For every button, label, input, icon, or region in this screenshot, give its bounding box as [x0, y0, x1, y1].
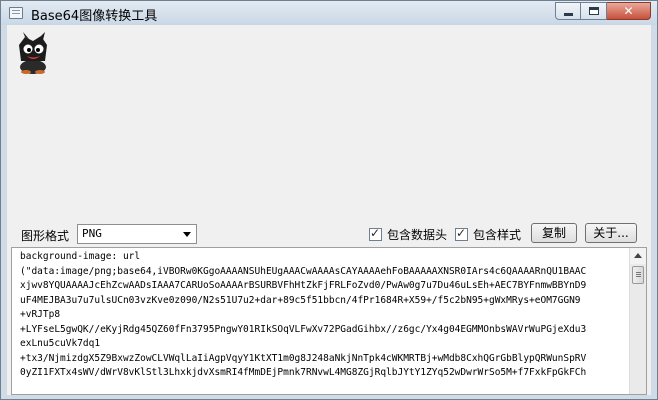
window-title: Base64图像转换工具 [31, 9, 158, 24]
include-header-label: 包含数据头 [387, 228, 448, 242]
title-bar[interactable]: Base64图像转换工具 ✕ [1, 1, 657, 25]
output-line: 0yZI1FXTx4sWV/dWrV8vKlStl3LhxkjdvXsmRI4f… [20, 367, 587, 378]
output-line: xjwv8YQUAAAAJcEhZcwAADsIAAA7CARUoSoAAAAr… [20, 280, 587, 291]
about-button[interactable]: 关于... [585, 223, 637, 243]
checkmark-icon: ✓ [456, 226, 467, 240]
output-line: uF4MEJBA3u7u7ulsUCn03vzKve0z090/N2s51U7u… [20, 294, 581, 306]
app-window: Base64图像转换工具 ✕ 图形格式 PNG ✓ 包含数据头 ✓ 包含样式 复… [0, 0, 658, 400]
output-line: background-image: url [20, 251, 141, 262]
close-icon: ✕ [623, 4, 634, 18]
cartoon-mascot-image [11, 31, 55, 75]
caption-buttons: ✕ [555, 2, 651, 20]
close-button[interactable]: ✕ [607, 2, 651, 20]
maximize-button[interactable] [581, 2, 607, 20]
minimize-button[interactable] [555, 2, 581, 20]
base64-output-textarea[interactable]: background-image: url ("data:image/png;b… [11, 247, 647, 395]
output-line: +LYFseL5gwQK//eKyjRdg45QZ60fFn3795PngwY0… [20, 323, 587, 335]
image-preview [11, 31, 55, 75]
maximize-icon [589, 7, 599, 15]
output-line: ("data:image/png;base64,iVBORw0KGgoAAAAN… [20, 265, 587, 277]
output-line: exLnu5cuVk7dq1 [20, 338, 101, 349]
scroll-up-icon[interactable] [630, 248, 646, 264]
app-icon[interactable] [9, 7, 23, 19]
chevron-down-icon [183, 232, 191, 237]
minimize-icon [564, 13, 573, 16]
output-line: +vRJTp8 [20, 309, 61, 320]
copy-button[interactable]: 复制 [531, 223, 577, 243]
scrollbar-thumb[interactable] [632, 266, 644, 284]
include-style-label: 包含样式 [473, 228, 522, 242]
checkbox-box[interactable]: ✓ [369, 226, 382, 241]
format-label: 图形格式 [21, 229, 70, 243]
output-line: +tx3/NjmizdgX5Z9BxwzZowCLVWqlLaIiAgpVqyY… [20, 352, 587, 364]
format-select-value: PNG [82, 227, 102, 240]
checkmark-icon: ✓ [370, 226, 381, 240]
include-style-checkbox[interactable]: ✓ 包含样式 [455, 226, 521, 243]
checkbox-box[interactable]: ✓ [455, 226, 468, 241]
format-select[interactable]: PNG [77, 224, 197, 244]
vertical-scrollbar[interactable] [629, 248, 646, 394]
include-header-checkbox[interactable]: ✓ 包含数据头 [369, 226, 447, 243]
base64-output-text: background-image: url ("data:image/png;b… [20, 250, 620, 381]
client-area: 图形格式 PNG ✓ 包含数据头 ✓ 包含样式 复制 关于... backgro… [7, 25, 651, 395]
